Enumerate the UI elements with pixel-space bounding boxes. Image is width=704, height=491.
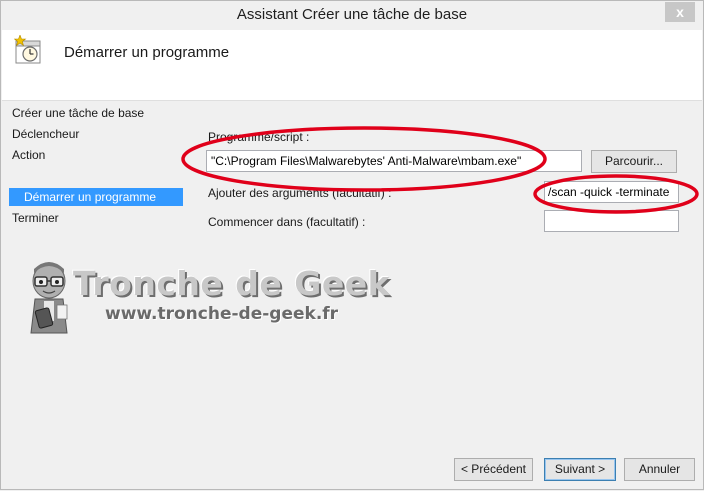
watermark-url: www.tronche-de-geek.fr <box>105 304 339 324</box>
start-in-label: Commencer dans (facultatif) : <box>208 215 366 229</box>
geek-mascot-image <box>30 262 68 334</box>
cancel-button[interactable]: Annuler <box>624 458 695 481</box>
program-script-input[interactable]: "C:\Program Files\Malwarebytes' Anti-Mal… <box>206 150 582 172</box>
step-start-program: Démarrer un programme <box>9 188 183 206</box>
program-script-label: Programme/script : <box>208 130 310 144</box>
next-button[interactable]: Suivant > <box>544 458 616 481</box>
step-finish: Terminer <box>12 211 59 225</box>
step-create-basic-task: Créer une tâche de base <box>12 106 145 120</box>
arguments-label: Ajouter des arguments (facultatif) : <box>208 186 392 200</box>
watermark-brand: Tronche de Geek <box>73 264 391 303</box>
browse-button[interactable]: Parcourir... <box>591 150 677 173</box>
start-in-input[interactable] <box>544 210 679 232</box>
step-trigger: Déclencheur <box>12 127 80 141</box>
step-action: Action <box>12 148 46 162</box>
task-scheduler-icon <box>14 35 41 64</box>
page-title: Démarrer un programme <box>64 44 230 61</box>
close-button[interactable]: x <box>665 2 695 22</box>
window-title: Assistant Créer une tâche de base <box>236 6 468 23</box>
wizard-window: Assistant Créer une tâche de base x Déma… <box>0 0 704 490</box>
arguments-input[interactable]: /scan -quick -terminate <box>544 181 679 203</box>
back-button[interactable]: < Précédent <box>454 458 533 481</box>
wizard-header: Démarrer un programme <box>2 30 702 101</box>
title-bar[interactable]: Assistant Créer une tâche de base x <box>1 1 703 31</box>
